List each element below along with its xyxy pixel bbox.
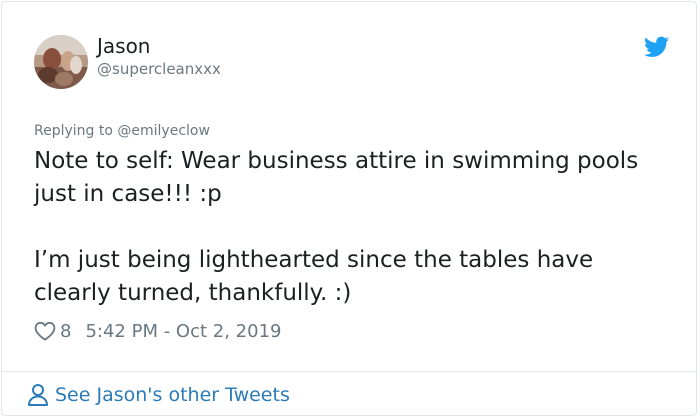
tweet-card: Jason @supercleanxxx Replying to @emilye… [1, 1, 697, 416]
like-count[interactable]: 8 [60, 321, 71, 342]
avatar-photo [34, 35, 88, 89]
tweet-paragraph: Note to self: Wear business attire in sw… [34, 148, 639, 207]
tweet-meta: 8 5:42 PM - Oct 2, 2019 [34, 319, 281, 343]
author-name[interactable]: Jason [97, 34, 151, 58]
twitter-bird-icon[interactable] [644, 36, 669, 58]
timestamp[interactable]: 5:42 PM - Oct 2, 2019 [85, 321, 281, 342]
tweet-paragraph: I’m just being lighthearted since the ta… [34, 247, 594, 306]
see-other-tweets-link[interactable]: See Jason's other Tweets [27, 383, 290, 407]
author-handle[interactable]: @supercleanxxx [97, 60, 221, 78]
divider [2, 371, 696, 372]
tweet-text: Note to self: Wear business attire in sw… [34, 145, 674, 310]
person-icon [28, 384, 48, 406]
see-other-tweets-label: See Jason's other Tweets [55, 384, 290, 406]
replying-to: Replying to @emilyeclow [34, 122, 210, 140]
replying-prefix: Replying to [34, 123, 118, 139]
heart-icon[interactable] [34, 321, 56, 341]
avatar[interactable] [34, 35, 88, 89]
reply-handle-link[interactable]: @emilyeclow [117, 123, 210, 139]
